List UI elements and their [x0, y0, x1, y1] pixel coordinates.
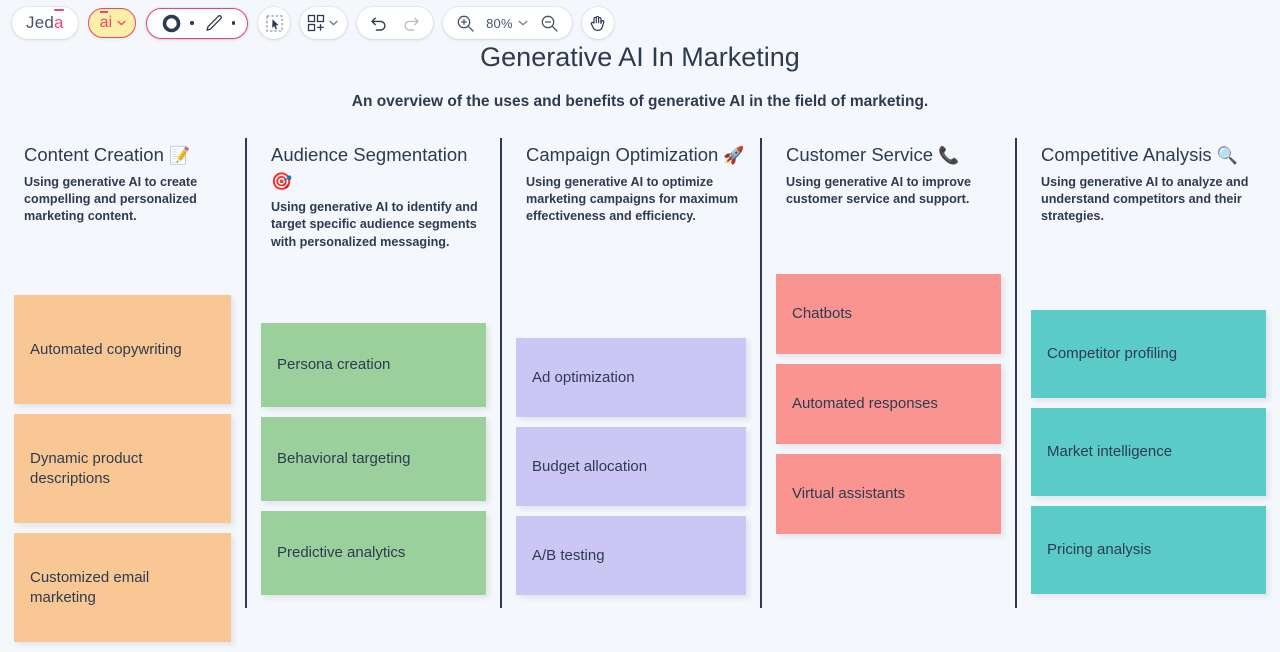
column-title: Audience Segmentation 🎯: [271, 144, 468, 191]
magnifying-glass-icon: 🔍: [1216, 146, 1238, 165]
telephone-receiver-icon: 📞: [938, 146, 960, 165]
undo-arrow-icon[interactable]: [363, 7, 395, 39]
target-icon: 🎯: [271, 171, 293, 191]
marquee-select-icon[interactable]: [258, 7, 291, 39]
ai-label: ai: [99, 11, 113, 31]
column-competitive-analysis[interactable]: Competitive Analysis 🔍 Using generative …: [1015, 138, 1280, 608]
draw-tools-group: [146, 7, 249, 39]
sticky-card[interactable]: Behavioral targeting: [261, 417, 486, 501]
columns-container: Content Creation 📝 Using generative AI t…: [0, 138, 1280, 642]
sticky-card[interactable]: Pricing analysis: [1031, 506, 1266, 594]
grid-add-icon: [307, 14, 325, 32]
sticky-card[interactable]: A/B testing: [516, 516, 746, 595]
chevron-down-icon: [117, 20, 126, 26]
sticky-card[interactable]: Market intelligence: [1031, 408, 1266, 496]
rocket-icon: 🚀: [723, 146, 745, 165]
sticky-card[interactable]: Automated copywriting: [14, 295, 231, 404]
sticky-card[interactable]: Customized email marketing: [14, 533, 231, 642]
app-toolbar: Jed a ai 80%: [0, 0, 1280, 46]
chevron-down-icon: [329, 20, 338, 26]
ai-menu-button[interactable]: ai: [87, 8, 137, 38]
column-content-creation[interactable]: Content Creation 📝 Using generative AI t…: [0, 138, 245, 642]
column-audience-segmentation[interactable]: Audience Segmentation 🎯 Using generative…: [245, 138, 500, 608]
whiteboard-canvas[interactable]: Generative AI In Marketing An overview o…: [0, 34, 1280, 642]
column-customer-service[interactable]: Customer Service 📞 Using generative AI t…: [760, 138, 1015, 608]
memo-icon: 📝: [169, 146, 191, 165]
hand-icon[interactable]: [581, 7, 614, 39]
sticky-card[interactable]: Ad optimization: [516, 338, 746, 417]
widgets-menu-button[interactable]: [300, 7, 348, 39]
shape-color-dot[interactable]: [190, 21, 194, 25]
circle-shape-icon[interactable]: [159, 11, 183, 35]
sticky-card[interactable]: Automated responses: [776, 364, 1001, 444]
zoom-in-icon[interactable]: [449, 7, 481, 39]
column-description: Using generative AI to create compelling…: [24, 174, 198, 224]
sticky-card[interactable]: Competitor profiling: [1031, 310, 1266, 398]
history-group: [357, 7, 434, 39]
column-title: Customer Service 📞: [786, 144, 960, 165]
sticky-card[interactable]: Predictive analytics: [261, 511, 486, 595]
column-description: Using generative AI to identify and targ…: [271, 200, 478, 249]
pencil-icon[interactable]: [201, 11, 225, 35]
zoom-level-value[interactable]: 80%: [483, 16, 516, 31]
sticky-card[interactable]: Persona creation: [261, 323, 486, 407]
zoom-out-icon[interactable]: [534, 7, 566, 39]
pen-color-dot[interactable]: [231, 21, 236, 25]
sticky-card[interactable]: Chatbots: [776, 274, 1001, 354]
column-title: Competitive Analysis 🔍: [1041, 144, 1238, 165]
card-list: Chatbots Automated responses Virtual ass…: [776, 274, 1001, 544]
app-logo[interactable]: Jed a: [12, 7, 78, 39]
chevron-down-icon[interactable]: [518, 20, 532, 26]
column-title: Campaign Optimization 🚀: [526, 144, 745, 165]
column-description: Using generative AI to optimize marketin…: [526, 174, 739, 224]
logo-text: Jed: [26, 13, 55, 32]
sticky-card[interactable]: Virtual assistants: [776, 454, 1001, 534]
column-description: Using generative AI to improve customer …: [786, 174, 971, 206]
page-subtitle: An overview of the uses and benefits of …: [351, 93, 929, 110]
logo-accent-letter: a: [54, 9, 64, 32]
card-list: Persona creation Behavioral targeting Pr…: [261, 323, 486, 605]
card-list: Competitor profiling Market intelligence…: [1031, 310, 1266, 604]
card-list: Automated copywriting Dynamic product de…: [14, 295, 231, 652]
redo-arrow-icon[interactable]: [395, 7, 427, 39]
sticky-card[interactable]: Dynamic product descriptions: [14, 414, 231, 523]
column-title: Content Creation 📝: [24, 144, 191, 165]
card-list: Ad optimization Budget allocation A/B te…: [516, 338, 746, 605]
column-description: Using generative AI to analyze and under…: [1041, 174, 1249, 224]
column-campaign-optimization[interactable]: Campaign Optimization 🚀 Using generative…: [500, 138, 760, 608]
sticky-card[interactable]: Budget allocation: [516, 427, 746, 506]
zoom-controls: 80%: [443, 7, 572, 39]
